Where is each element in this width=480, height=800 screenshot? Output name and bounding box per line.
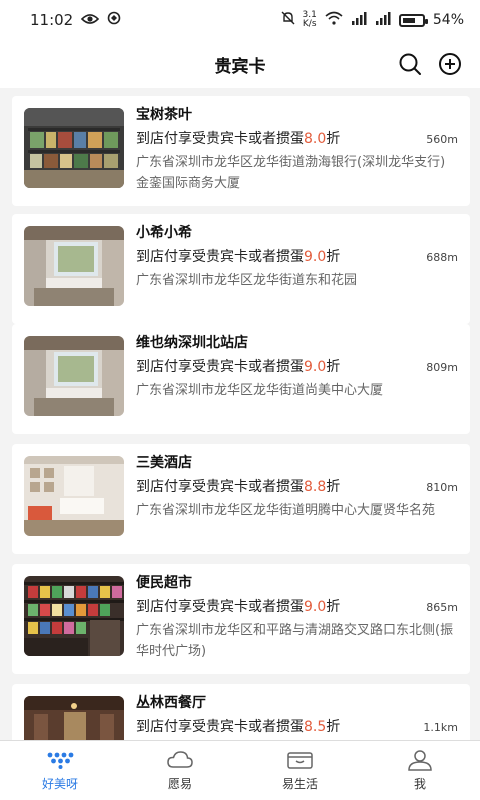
- store-thumbnail: [24, 696, 124, 740]
- store-name: 丛林西餐厅: [136, 695, 206, 711]
- store-card[interactable]: 小希小希 到店付享受贵宾卡或者掼蛋9.0折 688m 广东省深圳市龙华区龙华街道…: [12, 214, 470, 324]
- battery-icon: [398, 13, 428, 27]
- dots-logo-icon: [46, 749, 74, 771]
- store-card[interactable]: 便民超市 到店付享受贵宾卡或者掼蛋9.0折 865m 广东省深圳市龙华区和平路与…: [12, 564, 470, 674]
- store-card[interactable]: 丛林西餐厅 到店付享受贵宾卡或者掼蛋8.5折 1.1km: [12, 684, 470, 740]
- store-distance: 865m: [426, 601, 458, 614]
- tab-label: 好美呀: [41, 777, 78, 791]
- store-list[interactable]: 宝树茶叶 到店付享受贵宾卡或者掼蛋8.0折 560m 广东省深圳市龙华区龙华街道…: [0, 88, 480, 740]
- wallet-icon: [286, 749, 314, 771]
- store-address: 广东省深圳市龙华区龙华街道尚美中心大厦: [136, 383, 384, 398]
- battery-percent: 54%: [432, 12, 464, 28]
- store-name: 宝树茶叶: [136, 107, 192, 123]
- discount-rate: 8.0: [304, 131, 327, 147]
- store-offer: 到店付享受贵宾卡或者掼蛋9.0折: [136, 359, 341, 375]
- tab-home[interactable]: 好美呀: [0, 741, 120, 800]
- discount-rate: 9.0: [304, 359, 327, 375]
- store-thumbnail: [24, 576, 124, 656]
- user-icon: [406, 749, 434, 771]
- store-offer: 到店付享受贵宾卡或者掼蛋8.5折: [136, 719, 341, 735]
- page-title: 贵宾卡: [214, 56, 266, 77]
- tab-life[interactable]: 易生活: [240, 741, 360, 800]
- store-distance: 810m: [426, 481, 458, 494]
- signal-icon: [375, 11, 391, 29]
- discount-rate: 8.5: [304, 719, 327, 735]
- store-distance: 1.1km: [423, 721, 458, 734]
- store-address: 广东省深圳市龙华区和平路与清湖路交叉路口东北侧(振华时代广场): [136, 623, 454, 659]
- store-address: 广东省深圳市龙华区龙华街道渤海银行(深圳龙华支行)金銮国际商务大厦: [136, 155, 446, 191]
- store-distance: 688m: [426, 251, 458, 264]
- eye-icon: [81, 11, 100, 29]
- cloud-icon: [166, 749, 194, 771]
- discount-rate: 9.0: [304, 599, 327, 615]
- store-name: 三美酒店: [136, 455, 192, 471]
- mute-icon: [281, 11, 295, 29]
- store-thumbnail: [24, 456, 124, 536]
- header: 贵宾卡: [0, 40, 480, 88]
- tab-label: 愿易: [167, 777, 192, 791]
- store-address: 广东省深圳市龙华区龙华街道明腾中心大厦贤华名苑: [136, 503, 436, 518]
- store-offer: 到店付享受贵宾卡或者掼蛋9.0折: [136, 599, 341, 615]
- tab-label: 我: [413, 777, 426, 791]
- status-bar: 11:02 3.1 K/s 54%: [0, 0, 480, 40]
- wifi-icon: [325, 11, 343, 29]
- store-offer: 到店付享受贵宾卡或者掼蛋9.0折: [136, 249, 341, 265]
- status-time: 11:02: [30, 11, 74, 29]
- store-offer: 到店付享受贵宾卡或者掼蛋8.8折: [136, 479, 341, 495]
- search-icon[interactable]: [396, 50, 424, 78]
- store-address: 广东省深圳市龙华区龙华街道东和花园: [136, 273, 358, 288]
- signal-icon: [351, 11, 367, 29]
- discount-rate: 9.0: [304, 249, 327, 265]
- store-card[interactable]: 三美酒店 到店付享受贵宾卡或者掼蛋8.8折 810m 广东省深圳市龙华区龙华街道…: [12, 444, 470, 554]
- store-distance: 809m: [426, 361, 458, 374]
- store-name: 小希小希: [136, 225, 192, 241]
- store-distance: 560m: [426, 133, 458, 146]
- sync-icon: [107, 11, 121, 29]
- tab-wish[interactable]: 愿易: [120, 741, 240, 800]
- store-name: 维也纳深圳北站店: [136, 335, 248, 351]
- network-speed: 3.1 K/s: [302, 10, 317, 29]
- store-thumbnail: [24, 108, 124, 188]
- store-name: 便民超市: [136, 575, 192, 591]
- discount-rate: 8.8: [304, 479, 327, 495]
- store-offer: 到店付享受贵宾卡或者掼蛋8.0折: [136, 131, 341, 147]
- store-card[interactable]: 宝树茶叶 到店付享受贵宾卡或者掼蛋8.0折 560m 广东省深圳市龙华区龙华街道…: [12, 96, 470, 206]
- store-card[interactable]: 维也纳深圳北站店 到店付享受贵宾卡或者掼蛋9.0折 809m 广东省深圳市龙华区…: [12, 324, 470, 434]
- store-thumbnail: [24, 336, 124, 416]
- add-circle-icon[interactable]: [436, 50, 464, 78]
- tab-me[interactable]: 我: [360, 741, 480, 800]
- bottom-tab-bar: 好美呀 愿易 易生活 我: [0, 740, 480, 800]
- store-thumbnail: [24, 226, 124, 306]
- tab-label: 易生活: [281, 777, 318, 791]
